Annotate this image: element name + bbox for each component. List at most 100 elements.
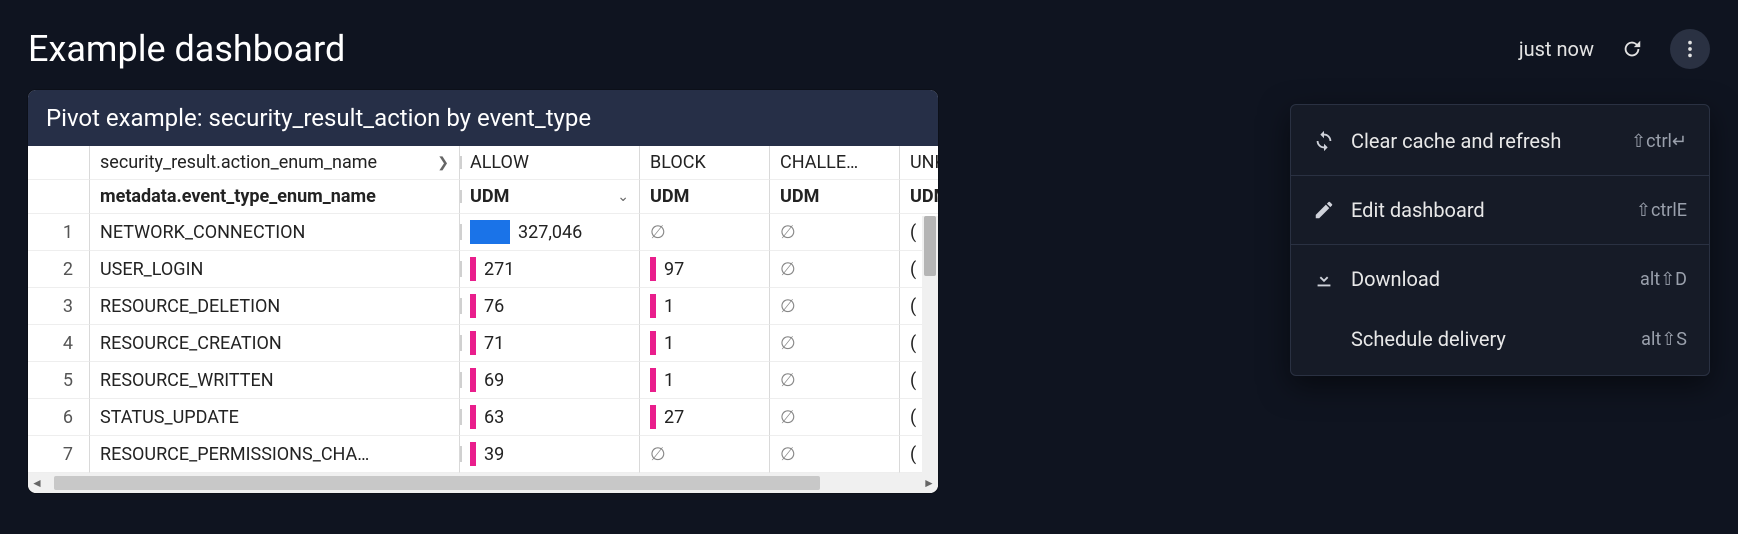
panel-title: Pivot example: security_result_action by… — [28, 90, 938, 146]
cell-value: ( — [910, 296, 916, 317]
cell-value: 71 — [484, 333, 504, 354]
cell-block[interactable]: ∅ — [640, 436, 770, 473]
cell-value: ∅ — [780, 370, 796, 391]
cell-value: 76 — [484, 296, 504, 317]
chevron-down-icon: ⌄ — [617, 189, 629, 205]
column-header[interactable]: BLOCK — [640, 146, 770, 180]
more-vert-icon — [1679, 38, 1701, 60]
row-name[interactable]: NETWORK_CONNECTION — [90, 214, 460, 251]
cell-allow[interactable]: 39 — [460, 436, 640, 473]
blank-icon — [1313, 328, 1335, 350]
cell-allow[interactable]: 69 — [460, 362, 640, 399]
row-name[interactable]: RESOURCE_DELETION — [90, 288, 460, 325]
menu-label: Schedule delivery — [1351, 327, 1506, 351]
measure-label: UDM — [780, 186, 819, 207]
cell-challenge[interactable]: ∅ — [770, 399, 900, 436]
header-spacer — [28, 180, 90, 214]
cell-value: 27 — [664, 407, 684, 428]
cell-allow[interactable]: 71 — [460, 325, 640, 362]
cell-value: ( — [910, 407, 916, 428]
cell-value: ∅ — [780, 296, 796, 317]
column-header[interactable]: UNK — [900, 146, 938, 180]
cell-block[interactable]: 97 — [640, 251, 770, 288]
cell-challenge[interactable]: ∅ — [770, 288, 900, 325]
row-number: 2 — [28, 251, 90, 288]
menu-shortcut: ⇧ctrl↵ — [1631, 131, 1687, 152]
horizontal-scrollbar[interactable]: ◄ ► — [28, 473, 938, 493]
vertical-scrollbar[interactable] — [922, 216, 938, 473]
row-number: 4 — [28, 325, 90, 362]
cell-value: 327,046 — [518, 222, 582, 243]
pivot-panel: Pivot example: security_result_action by… — [28, 90, 938, 493]
row-number: 6 — [28, 399, 90, 436]
download-icon — [1313, 268, 1335, 290]
measure-header[interactable]: UDM ⌄ — [460, 180, 640, 214]
pivot-field-header[interactable]: security_result.action_enum_name ❯ — [90, 146, 460, 180]
cell-challenge[interactable]: ∅ — [770, 362, 900, 399]
cell-value: ∅ — [780, 444, 796, 465]
cell-challenge[interactable]: ∅ — [770, 436, 900, 473]
cell-value: 39 — [484, 444, 504, 465]
menu-item-download[interactable]: Download alt⇧D — [1291, 249, 1709, 309]
pencil-icon — [1313, 199, 1335, 221]
scroll-left-arrow[interactable]: ◄ — [28, 476, 46, 490]
scroll-right-arrow[interactable]: ► — [920, 476, 938, 490]
row-name[interactable]: STATUS_UPDATE — [90, 399, 460, 436]
column-header[interactable]: CHALLE… — [770, 146, 900, 180]
more-menu-button[interactable] — [1670, 29, 1710, 69]
cell-value: 69 — [484, 370, 504, 391]
cell-allow[interactable]: 271 — [460, 251, 640, 288]
menu-divider — [1291, 175, 1709, 176]
menu-item-clear-cache[interactable]: Clear cache and refresh ⇧ctrl↵ — [1291, 111, 1709, 171]
cell-allow[interactable]: 76 — [460, 288, 640, 325]
pivot-table: security_result.action_enum_name ❯ ALLOWBL… — [28, 146, 938, 473]
cell-allow[interactable]: 63 — [460, 399, 640, 436]
cell-value: 97 — [664, 259, 684, 280]
row-name[interactable]: USER_LOGIN — [90, 251, 460, 288]
last-updated: just now — [1519, 37, 1594, 61]
measure-header[interactable]: UDM — [640, 180, 770, 214]
cell-value: ( — [910, 259, 916, 280]
measure-label: UDM — [470, 186, 509, 207]
cell-block[interactable]: 1 — [640, 288, 770, 325]
cell-block[interactable]: 1 — [640, 325, 770, 362]
cell-challenge[interactable]: ∅ — [770, 214, 900, 251]
bar-indicator — [470, 294, 476, 318]
vertical-scroll-thumb[interactable] — [924, 216, 936, 276]
bar-indicator — [470, 220, 510, 244]
menu-label: Download — [1351, 267, 1440, 291]
cell-value: 1 — [664, 296, 674, 317]
cell-value: ( — [910, 333, 916, 354]
cell-value: ( — [910, 444, 916, 465]
row-name[interactable]: RESOURCE_CREATION — [90, 325, 460, 362]
cell-allow[interactable]: 327,046 — [460, 214, 640, 251]
header-actions: just now — [1519, 29, 1710, 69]
bar-indicator — [470, 442, 476, 466]
cell-challenge[interactable]: ∅ — [770, 325, 900, 362]
bar-indicator — [470, 368, 476, 392]
measure-header[interactable]: UDM — [770, 180, 900, 214]
cell-block[interactable]: ∅ — [640, 214, 770, 251]
row-name[interactable]: RESOURCE_PERMISSIONS_CHA… — [90, 436, 460, 473]
horizontal-scroll-track[interactable] — [46, 473, 920, 493]
cell-value: 1 — [664, 333, 674, 354]
row-number: 3 — [28, 288, 90, 325]
row-name[interactable]: RESOURCE_WRITTEN — [90, 362, 460, 399]
refresh-button[interactable] — [1612, 29, 1652, 69]
cell-value: ∅ — [650, 444, 666, 465]
measure-header[interactable]: UDM — [900, 180, 938, 214]
cell-challenge[interactable]: ∅ — [770, 251, 900, 288]
cell-block[interactable]: 1 — [640, 362, 770, 399]
cell-block[interactable]: 27 — [640, 399, 770, 436]
horizontal-scroll-thumb[interactable] — [54, 476, 820, 490]
bar-indicator — [650, 257, 656, 281]
menu-item-edit[interactable]: Edit dashboard ⇧ctrlE — [1291, 180, 1709, 240]
cell-value: ∅ — [780, 259, 796, 280]
row-field-header[interactable]: metadata.event_type_enum_name — [90, 180, 460, 214]
menu-label: Edit dashboard — [1351, 198, 1485, 222]
bar-indicator — [470, 331, 476, 355]
menu-item-schedule[interactable]: Schedule delivery alt⇧S — [1291, 309, 1709, 369]
pivot-field-label: security_result.action_enum_name — [100, 152, 377, 173]
chevron-right-icon: ❯ — [437, 155, 449, 171]
column-header[interactable]: ALLOW — [460, 146, 640, 180]
